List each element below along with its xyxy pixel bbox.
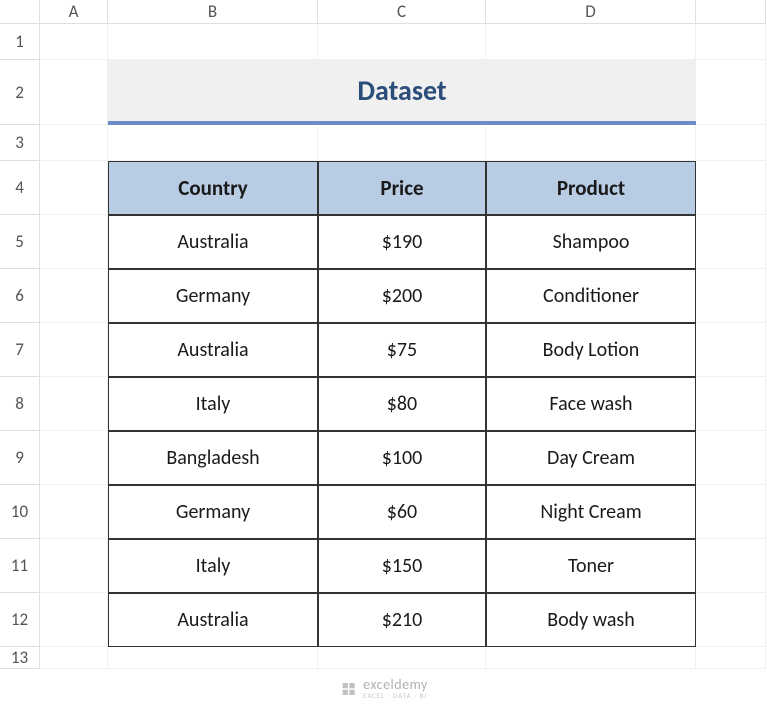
data-product-7[interactable]: Body wash [486, 593, 696, 647]
cell-a8[interactable] [40, 377, 108, 431]
data-product-6[interactable]: Toner [486, 539, 696, 593]
row-header-2[interactable]: 2 [0, 60, 40, 125]
row-header-10[interactable]: 10 [0, 485, 40, 539]
cell-e13[interactable] [696, 647, 766, 669]
cell-a4[interactable] [40, 161, 108, 215]
data-price-2[interactable]: $75 [318, 323, 486, 377]
col-header-blank[interactable] [696, 0, 766, 24]
cell-a9[interactable] [40, 431, 108, 485]
data-country-6[interactable]: Italy [108, 539, 318, 593]
watermark-text: exceldemy EXCEL · DATA · BI [363, 678, 428, 699]
cell-e3[interactable] [696, 125, 766, 161]
col-header-d[interactable]: D [486, 0, 696, 24]
data-product-0[interactable]: Shampoo [486, 215, 696, 269]
row-header-6[interactable]: 6 [0, 269, 40, 323]
cell-e8[interactable] [696, 377, 766, 431]
row-header-3[interactable]: 3 [0, 125, 40, 161]
col-header-c[interactable]: C [318, 0, 486, 24]
data-product-2[interactable]: Body Lotion [486, 323, 696, 377]
data-country-3[interactable]: Italy [108, 377, 318, 431]
cell-e6[interactable] [696, 269, 766, 323]
cell-e1[interactable] [696, 24, 766, 60]
data-price-3[interactable]: $80 [318, 377, 486, 431]
cell-a12[interactable] [40, 593, 108, 647]
cell-b3[interactable] [108, 125, 318, 161]
cell-e2[interactable] [696, 60, 766, 125]
dataset-title[interactable]: Dataset [108, 60, 696, 125]
data-country-0[interactable]: Australia [108, 215, 318, 269]
data-price-5[interactable]: $60 [318, 485, 486, 539]
row-header-8[interactable]: 8 [0, 377, 40, 431]
cell-e7[interactable] [696, 323, 766, 377]
data-country-7[interactable]: Australia [108, 593, 318, 647]
cell-e12[interactable] [696, 593, 766, 647]
data-product-5[interactable]: Night Cream [486, 485, 696, 539]
row-header-7[interactable]: 7 [0, 323, 40, 377]
cell-c13[interactable] [318, 647, 486, 669]
cell-c1[interactable] [318, 24, 486, 60]
cell-a6[interactable] [40, 269, 108, 323]
cell-a2[interactable] [40, 60, 108, 125]
corner-cell[interactable] [0, 0, 40, 24]
data-price-6[interactable]: $150 [318, 539, 486, 593]
col-header-a[interactable]: A [40, 0, 108, 24]
cell-b1[interactable] [108, 24, 318, 60]
cell-e11[interactable] [696, 539, 766, 593]
row-header-1[interactable]: 1 [0, 24, 40, 60]
cell-e5[interactable] [696, 215, 766, 269]
cell-e9[interactable] [696, 431, 766, 485]
data-price-4[interactable]: $100 [318, 431, 486, 485]
cell-d3[interactable] [486, 125, 696, 161]
row-header-11[interactable]: 11 [0, 539, 40, 593]
cell-a13[interactable] [40, 647, 108, 669]
data-country-2[interactable]: Australia [108, 323, 318, 377]
data-price-0[interactable]: $190 [318, 215, 486, 269]
exceldemy-icon [339, 680, 357, 698]
data-country-5[interactable]: Germany [108, 485, 318, 539]
row-header-5[interactable]: 5 [0, 215, 40, 269]
col-header-b[interactable]: B [108, 0, 318, 24]
data-country-4[interactable]: Bangladesh [108, 431, 318, 485]
cell-e4[interactable] [696, 161, 766, 215]
data-price-7[interactable]: $210 [318, 593, 486, 647]
data-price-1[interactable]: $200 [318, 269, 486, 323]
spreadsheet-grid: A B C D 1 2 Dataset 3 4 Country Price Pr… [0, 0, 767, 669]
cell-a1[interactable] [40, 24, 108, 60]
data-product-4[interactable]: Day Cream [486, 431, 696, 485]
cell-a5[interactable] [40, 215, 108, 269]
cell-b13[interactable] [108, 647, 318, 669]
row-header-13[interactable]: 13 [0, 647, 40, 669]
header-product[interactable]: Product [486, 161, 696, 215]
cell-e10[interactable] [696, 485, 766, 539]
watermark: exceldemy EXCEL · DATA · BI [339, 678, 428, 699]
header-country[interactable]: Country [108, 161, 318, 215]
row-header-9[interactable]: 9 [0, 431, 40, 485]
data-country-1[interactable]: Germany [108, 269, 318, 323]
cell-a3[interactable] [40, 125, 108, 161]
cell-d13[interactable] [486, 647, 696, 669]
cell-c3[interactable] [318, 125, 486, 161]
cell-a7[interactable] [40, 323, 108, 377]
watermark-main: exceldemy [363, 678, 428, 692]
cell-a11[interactable] [40, 539, 108, 593]
data-product-3[interactable]: Face wash [486, 377, 696, 431]
data-product-1[interactable]: Conditioner [486, 269, 696, 323]
header-price[interactable]: Price [318, 161, 486, 215]
row-header-4[interactable]: 4 [0, 161, 40, 215]
cell-d1[interactable] [486, 24, 696, 60]
row-header-12[interactable]: 12 [0, 593, 40, 647]
watermark-sub: EXCEL · DATA · BI [363, 692, 428, 699]
cell-a10[interactable] [40, 485, 108, 539]
